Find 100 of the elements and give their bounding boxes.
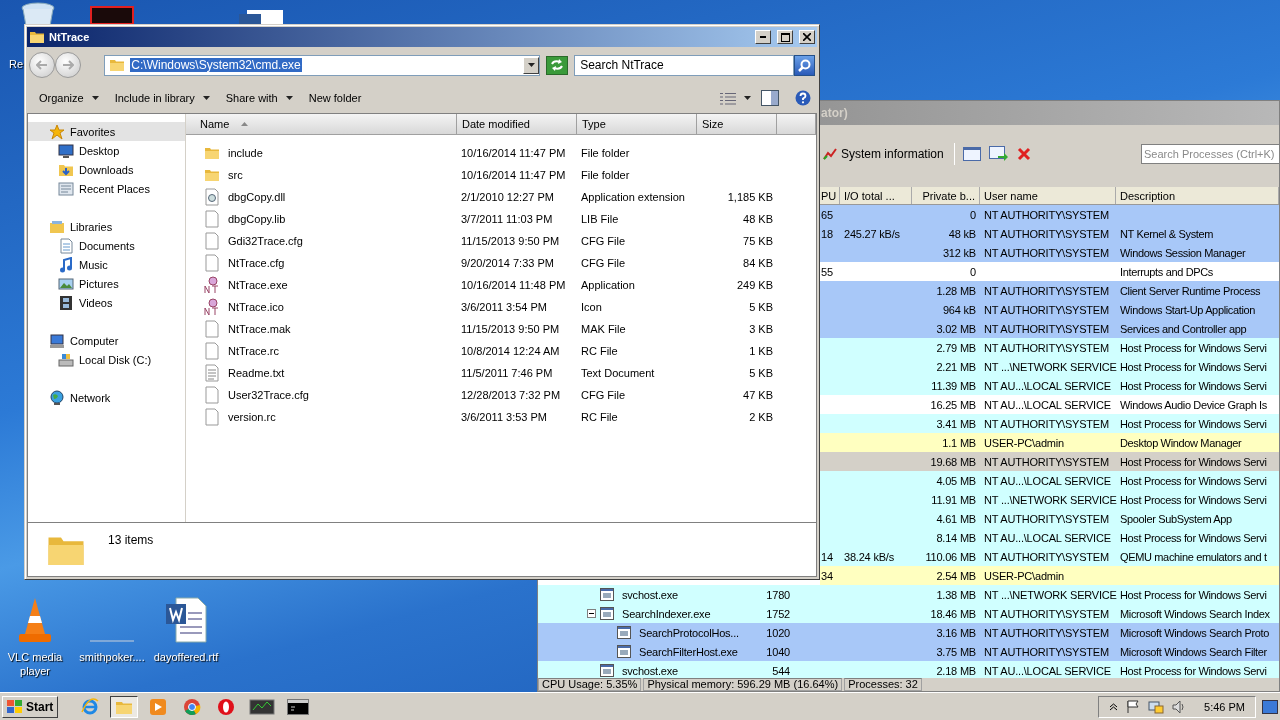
start-button[interactable]: Start bbox=[2, 695, 59, 718]
file-name[interactable]: NtTrace.mak bbox=[224, 323, 295, 335]
process-row[interactable]: 19.68 MB NT AUTHORITY\SYSTEM Host Process for Windows Servi bbox=[820, 452, 1279, 471]
nav-item[interactable]: Pictures bbox=[28, 274, 185, 293]
nav-item[interactable]: Recent Places bbox=[28, 179, 185, 198]
window-arrow-icon[interactable] bbox=[988, 146, 1009, 162]
process-row[interactable]: 3.02 MB NT AUTHORITY\SYSTEM Services and Controller app bbox=[820, 319, 1279, 338]
process-row[interactable]: 312 kB NT AUTHORITY\SYSTEM Windows Session Manager bbox=[820, 243, 1279, 262]
address-field[interactable]: C:\Windows\System32\cmd.exe bbox=[104, 54, 541, 76]
process-row[interactable]: 65 0 NT AUTHORITY\SYSTEM bbox=[820, 205, 1279, 224]
column-header[interactable]: I/O total ... bbox=[840, 187, 912, 204]
process-row[interactable]: SearchFilterHost.exe 1040 3.75 MB NT AUTHORITY\SYSTEM Microsoft Windows Search Filter bbox=[538, 642, 1279, 661]
file-name[interactable]: Gdi32Trace.cfg bbox=[224, 235, 307, 247]
process-row[interactable]: 2.21 MB NT ...\NETWORK SERVICE Host Process for Windows Servi bbox=[820, 357, 1279, 376]
chevron-up-icon[interactable] bbox=[1109, 702, 1119, 711]
toolbar-button[interactable]: Include in library bbox=[108, 89, 216, 107]
nav-item[interactable]: Videos bbox=[28, 293, 185, 312]
clock[interactable]: 5:46 PM bbox=[1204, 700, 1245, 713]
process-row[interactable]: 2.79 MB NT AUTHORITY\SYSTEM Host Process for Windows Servi bbox=[820, 338, 1279, 357]
process-row[interactable]: svchost.exe 1780 1.38 MB NT ...\NETWORK SERVICE Host Process for Windows Servi bbox=[538, 585, 1279, 604]
nav-item[interactable]: Local Disk (C:) bbox=[28, 350, 185, 369]
nav-item[interactable]: Documents bbox=[28, 236, 185, 255]
column-header[interactable]: Type bbox=[577, 114, 697, 134]
nav-item[interactable]: Downloads bbox=[28, 160, 185, 179]
show-desktop-icon[interactable] bbox=[1262, 699, 1278, 714]
column-header[interactable]: Size bbox=[697, 114, 777, 134]
file-name[interactable]: NtTrace.cfg bbox=[224, 257, 289, 269]
file-name[interactable]: NtTrace.rc bbox=[224, 345, 283, 357]
file-name[interactable]: NtTrace.ico bbox=[224, 301, 288, 313]
table-cell-text: Windows Start-Up Application bbox=[1119, 303, 1257, 316]
dropdown-button[interactable] bbox=[523, 56, 540, 74]
window-icon[interactable] bbox=[962, 147, 981, 161]
windows-logo-icon bbox=[7, 699, 23, 714]
help-icon[interactable] bbox=[795, 90, 811, 106]
process-row[interactable]: 964 kB NT AUTHORITY\SYSTEM Windows Start-Up Application bbox=[820, 300, 1279, 319]
file-name[interactable]: NtTrace.exe bbox=[224, 279, 292, 291]
process-row[interactable]: 1.28 MB NT AUTHORITY\SYSTEM Client Server Runtime Process bbox=[820, 281, 1279, 300]
table-cell-text: NT ...\NETWORK SERVICE bbox=[983, 493, 1118, 506]
process-row[interactable]: svchost.exe 544 2.18 MB NT AU...\LOCAL SERVICE Host Process for Windows Servi bbox=[538, 661, 1279, 678]
icon-label[interactable]: smithpoker.... bbox=[79, 650, 145, 664]
nav-item[interactable]: Desktop bbox=[28, 141, 185, 160]
close-button[interactable] bbox=[799, 30, 815, 44]
nav-item[interactable]: Computer bbox=[28, 331, 185, 350]
icon-label[interactable]: VLC media player bbox=[0, 650, 73, 678]
search-field[interactable]: Search NtTrace bbox=[574, 54, 795, 76]
toolbar-button[interactable]: New folder bbox=[302, 89, 368, 107]
nav-item[interactable]: Favorites bbox=[28, 122, 185, 141]
file-name[interactable]: version.rc bbox=[224, 411, 280, 423]
table-cell-text: 9/20/2014 7:33 PM bbox=[460, 257, 555, 269]
process-row[interactable]: 3.41 MB NT AUTHORITY\SYSTEM Host Process for Windows Servi bbox=[820, 414, 1279, 433]
column-header[interactable]: Date modified bbox=[457, 114, 577, 134]
close-icon[interactable] bbox=[1016, 147, 1031, 161]
file-name[interactable]: src bbox=[224, 169, 247, 181]
document-icon[interactable] bbox=[239, 10, 285, 24]
table-cell-text: 11/15/2013 9:50 PM bbox=[460, 323, 561, 335]
file-name[interactable]: dbgCopy.lib bbox=[224, 213, 290, 225]
maximize-button[interactable] bbox=[777, 30, 793, 44]
table-cell-text: CFG File bbox=[580, 235, 626, 247]
column-header[interactable]: Private b... bbox=[912, 187, 980, 204]
network-icon[interactable] bbox=[1148, 699, 1165, 714]
icon-label[interactable]: Re bbox=[9, 58, 24, 70]
system-information-button[interactable]: System information bbox=[821, 145, 946, 163]
nav-item[interactable]: Network bbox=[28, 388, 185, 407]
film-icon bbox=[58, 294, 74, 311]
process-row[interactable]: 11.91 MB NT ...\NETWORK SERVICE Host Process for Windows Servi bbox=[820, 490, 1279, 509]
column-header[interactable]: Description bbox=[1116, 187, 1279, 204]
refresh-button[interactable] bbox=[546, 55, 569, 75]
flag-icon[interactable] bbox=[1126, 699, 1141, 714]
table-cell-text: 10/8/2014 12:24 AM bbox=[460, 345, 561, 357]
table-cell-text: 11/15/2013 9:50 PM bbox=[460, 235, 561, 247]
file-name[interactable]: Readme.txt bbox=[224, 367, 289, 379]
file-name[interactable]: User32Trace.cfg bbox=[224, 389, 313, 401]
toolbar-button[interactable]: Share with bbox=[219, 89, 299, 107]
search-button[interactable] bbox=[794, 54, 815, 76]
file-name[interactable]: include bbox=[224, 147, 267, 159]
file-name[interactable]: dbgCopy.dll bbox=[224, 191, 290, 203]
process-row[interactable]: 14 38.24 kB/s 110.06 MB NT AUTHORITY\SYSTEM QEMU machine emulators and t bbox=[820, 547, 1279, 566]
process-row[interactable]: 18 245.27 kB/s 48 kB NT AUTHORITY\SYSTEM NT Kernel & System bbox=[820, 224, 1279, 243]
table-cell-text: 1,185 KB bbox=[726, 191, 774, 203]
process-row[interactable]: 8.14 MB NT AU...\LOCAL SERVICE Host Process for Windows Servi bbox=[820, 528, 1279, 547]
preview-pane-icon[interactable] bbox=[761, 90, 779, 106]
minimize-button[interactable] bbox=[755, 30, 771, 44]
collapse-toggle[interactable] bbox=[587, 609, 596, 618]
process-row[interactable]: SearchIndexer.exe 1752 18.46 MB NT AUTHORITY\SYSTEM Microsoft Windows Search Index bbox=[538, 604, 1279, 623]
icon-label[interactable]: dayoffered.rtf bbox=[153, 650, 219, 664]
process-row[interactable]: 34 2.54 MB USER-PC\admin bbox=[820, 566, 1279, 585]
table-cell-text: 18.46 MB bbox=[929, 607, 977, 620]
nav-item[interactable]: Music bbox=[28, 255, 185, 274]
process-row[interactable]: 4.05 MB NT AU...\LOCAL SERVICE Host Process for Windows Servi bbox=[820, 471, 1279, 490]
process-row[interactable]: 1.1 MB USER-PC\admin Desktop Window Manager bbox=[820, 433, 1279, 452]
process-row[interactable]: 4.61 MB NT AUTHORITY\SYSTEM Spooler SubSystem App bbox=[820, 509, 1279, 528]
process-row[interactable]: SearchProtocolHos... 1020 3.16 MB NT AUTHORITY\SYSTEM Microsoft Windows Search Proto bbox=[538, 623, 1279, 642]
process-row[interactable]: 11.39 MB NT AU...\LOCAL SERVICE Host Process for Windows Servi bbox=[820, 376, 1279, 395]
speaker-icon[interactable] bbox=[1172, 699, 1187, 714]
column-header[interactable]: User name bbox=[980, 187, 1116, 204]
column-header[interactable]: Name bbox=[186, 114, 457, 134]
toolbar-button[interactable]: Organize bbox=[33, 89, 105, 107]
nav-item[interactable]: Libraries bbox=[28, 217, 185, 236]
taskbar-button[interactable] bbox=[110, 695, 139, 718]
search-field[interactable]: Search Processes (Ctrl+K) bbox=[1141, 144, 1279, 164]
